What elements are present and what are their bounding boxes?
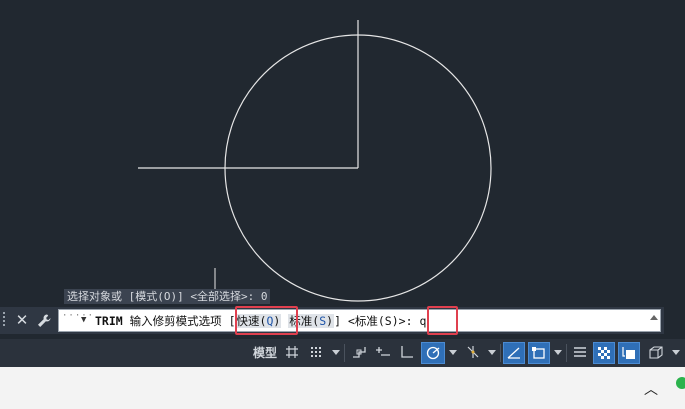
command-input-dots: ·····	[62, 311, 95, 321]
command-line-grip-handle[interactable]	[3, 312, 10, 329]
command-line-bar: ✕ ····· ▼ TRIM 输入修剪模式选项 [快速(Q) 标准(S)] <标…	[0, 306, 664, 335]
selection-cycling-icon[interactable]	[618, 342, 640, 364]
highlight-box-input-value	[427, 306, 458, 335]
command-input[interactable]: ····· ▼ TRIM 输入修剪模式选项 [快速(Q) 标准(S)] <标准(…	[58, 309, 661, 332]
ortho-icon[interactable]	[396, 342, 418, 364]
os-taskbar: ︿	[0, 367, 685, 409]
object-snap-tracking-icon[interactable]	[503, 342, 525, 364]
isodraft-dropdown-icon[interactable]	[488, 350, 496, 355]
object-snap-dropdown-icon[interactable]	[554, 350, 562, 355]
tray-app-icon[interactable]	[676, 377, 685, 389]
snap-dropdown-icon[interactable]	[332, 350, 340, 355]
recent-commands-dropdown-icon[interactable]: ▼	[81, 315, 86, 325]
polar-dropdown-icon[interactable]	[449, 350, 457, 355]
transparency-icon[interactable]	[593, 342, 615, 364]
polar-tracking-icon[interactable]	[421, 342, 445, 364]
dynamic-input-icon[interactable]	[372, 342, 394, 364]
3d-object-snap-icon[interactable]	[645, 342, 667, 364]
status-bar: 模型	[0, 339, 685, 367]
highlight-box-quick-option	[235, 306, 298, 335]
command-history-line: 选择对象或 [模式(O)] <全部选择>: 0	[64, 289, 271, 304]
grid-icon[interactable]	[282, 342, 302, 364]
command-typed-value[interactable]: q	[419, 314, 426, 328]
infer-constraints-icon[interactable]	[348, 342, 370, 364]
command-history-expand-icon[interactable]	[650, 315, 658, 320]
object-snap-icon[interactable]	[528, 342, 550, 364]
wrench-icon[interactable]	[34, 310, 54, 331]
lineweight-icon[interactable]	[569, 342, 591, 364]
close-icon[interactable]: ✕	[12, 310, 32, 331]
command-default-option: <标准(S)>:	[347, 314, 413, 328]
chevron-up-icon[interactable]: ︿	[644, 379, 658, 399]
command-name: TRIM	[95, 314, 123, 328]
model-tab[interactable]: 模型	[250, 342, 280, 364]
command-prompt-text: 输入修剪模式选项	[129, 314, 222, 328]
3d-snap-dropdown-icon[interactable]	[672, 350, 680, 355]
isodraft-icon[interactable]	[461, 342, 485, 364]
snap-grid-icon[interactable]	[306, 342, 326, 364]
